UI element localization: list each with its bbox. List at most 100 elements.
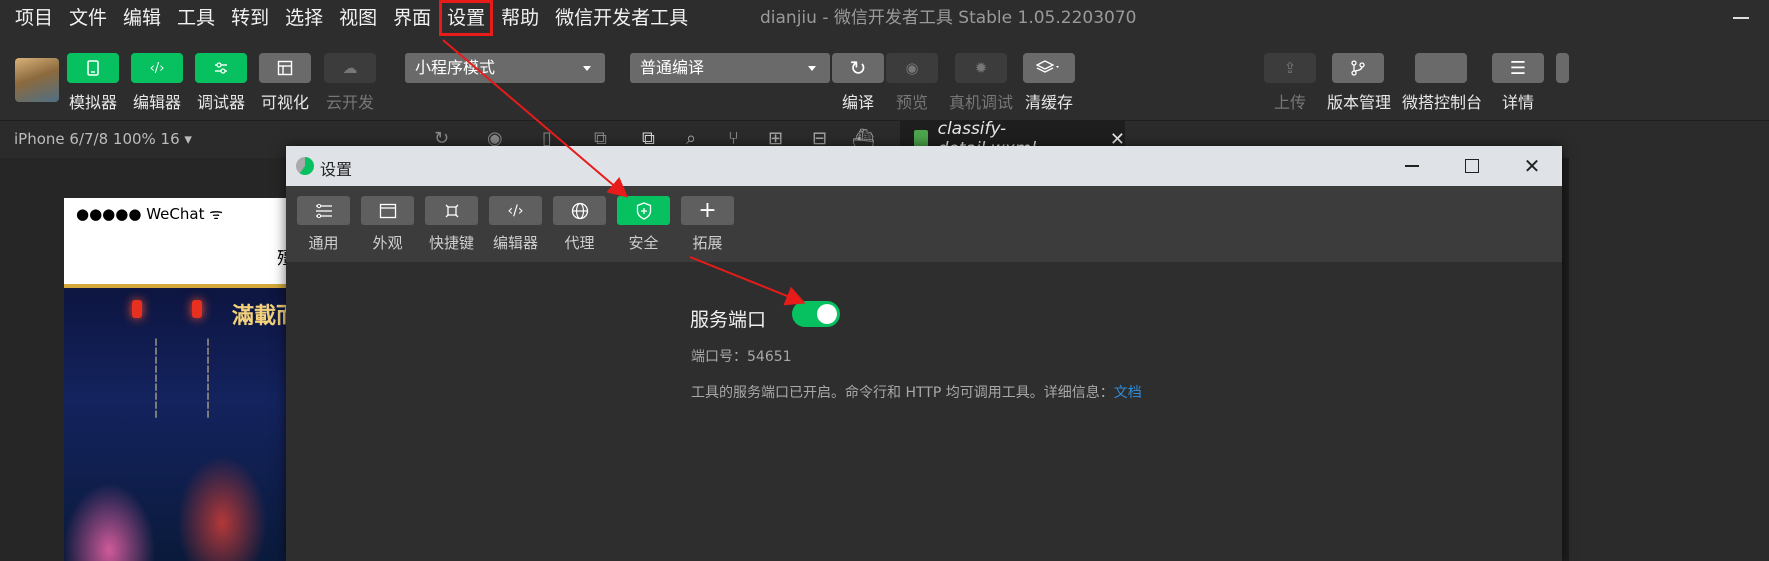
- tab-appearance-label: 外观: [372, 234, 403, 252]
- menu-help[interactable]: 帮助: [493, 0, 547, 36]
- clear-cache-label: 清缓存: [1024, 93, 1073, 112]
- cloud-button[interactable]: ☁: [324, 53, 376, 83]
- globe-icon: [571, 202, 588, 219]
- dialog-close-button[interactable]: ✕: [1502, 146, 1562, 186]
- banner-image: ‖‖‖‖‖‖‖‖‖ ‖‖‖‖‖‖‖‖‖ 滿載而: [64, 284, 290, 561]
- tab-appearance[interactable]: [361, 196, 414, 225]
- menu-select[interactable]: 选择: [277, 0, 331, 36]
- menu-file[interactable]: 文件: [61, 0, 115, 36]
- compile-select-value: 普通编译: [640, 58, 705, 77]
- preview-button[interactable]: ◉: [886, 53, 938, 83]
- visual-button[interactable]: [259, 53, 311, 83]
- console-button[interactable]: [1415, 53, 1467, 83]
- mode-select-value: 小程序模式: [415, 58, 496, 77]
- simulator-phone: ●●●●● WeChat ᯤ 殭 ‖‖‖‖‖‖‖‖‖ ‖‖‖‖‖‖‖‖‖ 滿載而: [64, 198, 290, 561]
- tab-general[interactable]: [297, 196, 350, 225]
- doc-link[interactable]: 文档: [1114, 385, 1142, 401]
- simulator-button[interactable]: [67, 53, 119, 83]
- lantern-decoration: [192, 300, 202, 318]
- upload-icon: ⇪: [1283, 59, 1297, 77]
- menu-wechat-devtools[interactable]: 微信开发者工具: [547, 0, 696, 36]
- lantern-decoration: [132, 300, 142, 318]
- dialog-title: 设置: [320, 160, 353, 179]
- eye-icon: ◉: [905, 59, 919, 77]
- code-icon: ‹/›: [507, 202, 524, 219]
- editor-button[interactable]: ‹/›: [131, 53, 183, 83]
- service-port-toggle[interactable]: [792, 301, 840, 327]
- menu-project[interactable]: 项目: [0, 0, 61, 36]
- avatar[interactable]: [15, 58, 59, 102]
- more-button[interactable]: [1556, 53, 1569, 83]
- real-debug-button[interactable]: ✹: [955, 53, 1007, 83]
- menu-interface[interactable]: 界面: [385, 0, 439, 36]
- refresh-icon: ↻: [849, 56, 867, 80]
- layout-icon: [277, 60, 293, 76]
- settings-tabs: 通用 外观 快捷键 ‹/› 编辑器 代理 安全 + 拓展: [286, 186, 1562, 262]
- menu-goto[interactable]: 转到: [223, 0, 277, 36]
- branch-icon: [1351, 60, 1365, 76]
- port-number-text: 端口号：54651: [691, 349, 792, 365]
- compile-button[interactable]: ↻: [832, 53, 884, 83]
- tab-editor[interactable]: ‹/›: [489, 196, 542, 225]
- right-edge-panel: [1562, 158, 1569, 561]
- tab-extensions[interactable]: +: [681, 196, 734, 225]
- real-debug-label: 真机调试: [948, 93, 1013, 112]
- service-port-description: 工具的服务端口已开启。命令行和 HTTP 均可调用工具。详细信息：文档: [691, 382, 1142, 402]
- debugger-button[interactable]: [195, 53, 247, 83]
- chevron-down-icon: [583, 66, 591, 71]
- menu-settings[interactable]: 设置: [439, 0, 494, 36]
- minimize-icon: [1405, 165, 1419, 167]
- settings-content: 服务端口 端口号：54651 工具的服务端口已开启。命令行和 HTTP 均可调用…: [286, 262, 1562, 561]
- layers-icon: [1036, 60, 1059, 73]
- settings-dialog: 设置 ✕ 通用 外观 快捷键 ‹/› 编辑器 代理 安全 + 拓展 服务端口 端…: [286, 146, 1562, 561]
- service-port-label: 服务端口: [690, 309, 767, 331]
- cloud-icon: ☁: [342, 59, 358, 77]
- console-label: 微搭控制台: [1401, 93, 1482, 112]
- banner-title: 滿載而: [232, 303, 290, 329]
- visual-label: 可视化: [260, 93, 309, 112]
- phone-icon: [87, 60, 99, 76]
- command-icon: [445, 204, 458, 217]
- debug-toggle-icon: [215, 62, 227, 74]
- tab-proxy[interactable]: [553, 196, 606, 225]
- menu-view[interactable]: 视图: [331, 0, 385, 36]
- chevron-down-icon: [808, 66, 816, 71]
- preview-label: 预览: [895, 93, 928, 112]
- wifi-icon: ᯤ: [209, 205, 223, 223]
- tab-extensions-label: 拓展: [692, 234, 723, 252]
- cloud-label: 云开发: [325, 93, 374, 112]
- editor-label: 编辑器: [132, 93, 181, 112]
- tab-security-label: 安全: [628, 234, 659, 252]
- tab-editor-label: 编辑器: [492, 234, 538, 252]
- menu-lines-icon: ☰: [1509, 57, 1527, 79]
- carrier-text: ●●●●● WeChat: [76, 205, 205, 223]
- tab-shortcuts[interactable]: [425, 196, 478, 225]
- version-button[interactable]: [1332, 53, 1384, 83]
- window-minimize-button[interactable]: [1733, 17, 1749, 19]
- sliders-icon: [315, 203, 332, 218]
- mode-select[interactable]: 小程序模式: [405, 53, 605, 83]
- poem-decoration: ‖‖‖‖‖‖‖‖‖: [204, 338, 212, 419]
- device-select[interactable]: iPhone 6/7/8 100% 16 ▾: [14, 130, 192, 148]
- upload-button[interactable]: ⇪: [1264, 53, 1316, 83]
- clear-cache-button[interactable]: [1023, 53, 1075, 83]
- simulator-label: 模拟器: [68, 93, 117, 112]
- menu-tools[interactable]: 工具: [169, 0, 223, 36]
- tab-security[interactable]: [617, 196, 670, 225]
- plus-icon: +: [698, 198, 717, 223]
- dialog-maximize-button[interactable]: [1442, 146, 1502, 186]
- details-button[interactable]: ☰: [1492, 53, 1544, 83]
- phone-status-bar: ●●●●● WeChat ᯤ: [76, 204, 223, 224]
- details-label: 详情: [1501, 93, 1534, 112]
- tab-general-label: 通用: [308, 234, 339, 252]
- close-icon: ✕: [1523, 154, 1541, 178]
- window-title: dianjiu - 微信开发者工具 Stable 1.05.2203070: [760, 8, 1137, 28]
- compile-select[interactable]: 普通编译: [630, 53, 830, 83]
- shield-icon: [636, 201, 651, 220]
- description-text: 工具的服务端口已开启。命令行和 HTTP 均可调用工具。详细信息：: [691, 385, 1114, 401]
- menu-edit[interactable]: 编辑: [115, 0, 169, 36]
- dialog-titlebar: 设置 ✕: [286, 146, 1562, 186]
- dialog-minimize-button[interactable]: [1382, 146, 1442, 186]
- upload-label: 上传: [1273, 93, 1306, 112]
- version-label: 版本管理: [1326, 93, 1391, 112]
